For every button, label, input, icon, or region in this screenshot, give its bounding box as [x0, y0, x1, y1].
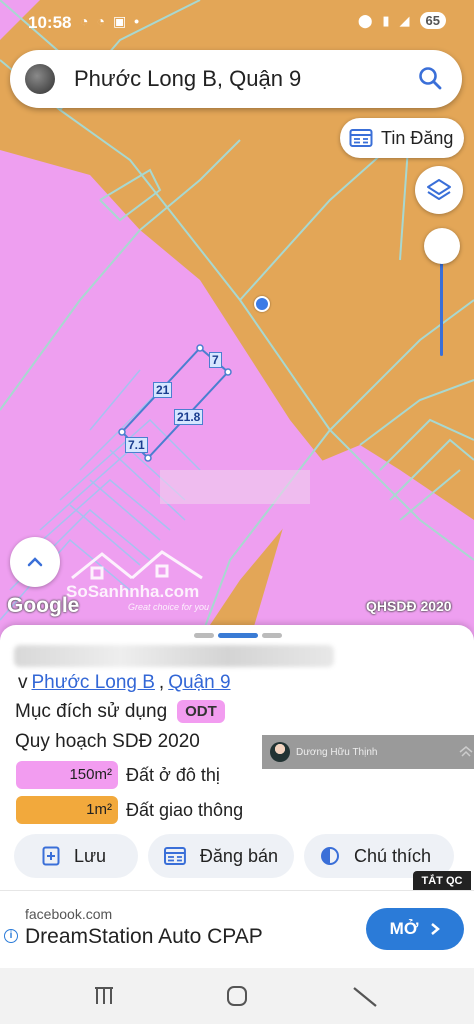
recent-apps-icon[interactable] [90, 982, 120, 1010]
plan-title: Quy hoạch SDĐ 2020 [15, 731, 200, 752]
purpose-label: Mục đích sử dụng [15, 700, 168, 722]
home-icon[interactable] [222, 982, 252, 1010]
my-location-dot [254, 296, 270, 312]
status-time: 10:58 [28, 13, 72, 32]
purpose-row: Mục đích sử dụng ODT [15, 700, 225, 723]
watermark-slogan: Great choice for you [128, 602, 210, 612]
location-icon: ⬤ [357, 12, 373, 28]
screen: 7 21 21.8 7.1 SoSanhnha.com Great choice… [0, 0, 474, 1024]
search-query[interactable]: Phước Long B, Quận 9 [74, 66, 416, 92]
brand-mark-icon [459, 746, 473, 757]
ad-open-button[interactable]: MỞ [366, 908, 464, 950]
parcel-dimension-label: 21.8 [174, 409, 204, 425]
contrast-icon [321, 847, 339, 865]
opacity-slider-thumb[interactable] [424, 228, 460, 264]
ad-open-label: MỞ [389, 919, 419, 938]
avatar[interactable] [25, 64, 55, 94]
owner-avatar [270, 742, 290, 762]
battery-indicator: 65 [419, 12, 446, 29]
owner-overlay: Dương Hữu Thịnh [262, 735, 474, 769]
search-bar[interactable]: Phước Long B, Quận 9 [10, 50, 462, 108]
listing-icon [349, 129, 373, 147]
layers-icon [427, 179, 451, 200]
system-icons: ⬤ ▮ ◢ 65 [358, 12, 446, 29]
land-area-badge: 150m² [16, 761, 118, 789]
owner-name: Dương Hữu Thịnh [296, 746, 378, 758]
post-listing-label: Đăng bán [199, 845, 278, 866]
ad-title: DreamStation Auto CPAP [25, 925, 263, 948]
location-line: v Phước Long B, Quận 9 [18, 672, 231, 694]
signal-5g-icon: ▮ [382, 12, 390, 28]
tin-dang-label: Tin Đăng [381, 127, 454, 148]
parcel-dimension-label: 7 [209, 352, 222, 368]
map-layer-tag: QHSDĐ 2020 [366, 598, 452, 614]
ad-info-icon[interactable]: i [4, 929, 18, 943]
action-row: Lưu Đăng bán Chú thích [14, 834, 454, 878]
post-listing-button[interactable]: Đăng bán [148, 834, 294, 878]
nav-bar [0, 968, 474, 1024]
add-bookmark-icon [42, 846, 60, 866]
watermark-brand: SoSanhnha.com [66, 582, 200, 601]
ad-source: facebook.com [25, 906, 113, 922]
land-area-badge: 1m² [16, 796, 118, 824]
land-use-row: 1m² Đất giao thông [16, 796, 243, 824]
status-bar: 10:58 ◔ ◔ ▣ • ⬤ ▮ ◢ 65 [0, 0, 474, 44]
ward-link[interactable]: Phước Long B [32, 672, 155, 694]
sheet-handle[interactable] [194, 633, 282, 638]
district-link[interactable]: Quận 9 [168, 672, 230, 694]
info-sheet: v Phước Long B, Quận 9 Mục đích sử dụng … [0, 625, 474, 890]
notification-icons: ◔ ◔ ▣ • [80, 13, 139, 30]
tin-dang-button[interactable]: Tin Đăng [340, 118, 464, 158]
back-icon[interactable] [350, 982, 380, 1010]
opacity-slider-track[interactable] [440, 250, 443, 356]
signal-icon: ◢ [399, 12, 410, 28]
close-ad-button[interactable]: TẮT QC [413, 871, 471, 891]
purpose-code-badge: ODT [177, 700, 225, 723]
messenger-icon: ◔ [80, 13, 89, 29]
location-separator: , [158, 672, 165, 693]
ad-banner[interactable]: i facebook.com DreamStation Auto CPAP MỞ [0, 890, 474, 968]
listing-icon [164, 847, 186, 865]
dot-icon: • [134, 13, 140, 29]
chevron-right-icon [431, 923, 441, 935]
google-attribution: Google [7, 594, 80, 617]
search-icon[interactable] [416, 64, 446, 94]
land-use-row: 150m² Đất ở đô thị [16, 761, 220, 789]
save-label: Lưu [74, 845, 107, 866]
blurred-address [14, 645, 334, 667]
land-use-name: Đất giao thông [126, 799, 244, 820]
chevron-up-icon [27, 557, 43, 567]
layers-button[interactable] [415, 166, 463, 214]
screen-icon: ▣ [112, 13, 127, 29]
legend-label: Chú thích [354, 845, 432, 866]
expand-sheet-button[interactable] [10, 537, 60, 587]
parcel-dimension-label: 21 [153, 382, 173, 398]
blur-patch [160, 470, 310, 504]
messenger-icon: ◔ [96, 13, 105, 29]
land-use-name: Đất ở đô thị [126, 764, 220, 785]
save-button[interactable]: Lưu [14, 834, 138, 878]
parcel-dimension-label: 7.1 [125, 437, 148, 453]
location-prefix: v [18, 672, 28, 693]
